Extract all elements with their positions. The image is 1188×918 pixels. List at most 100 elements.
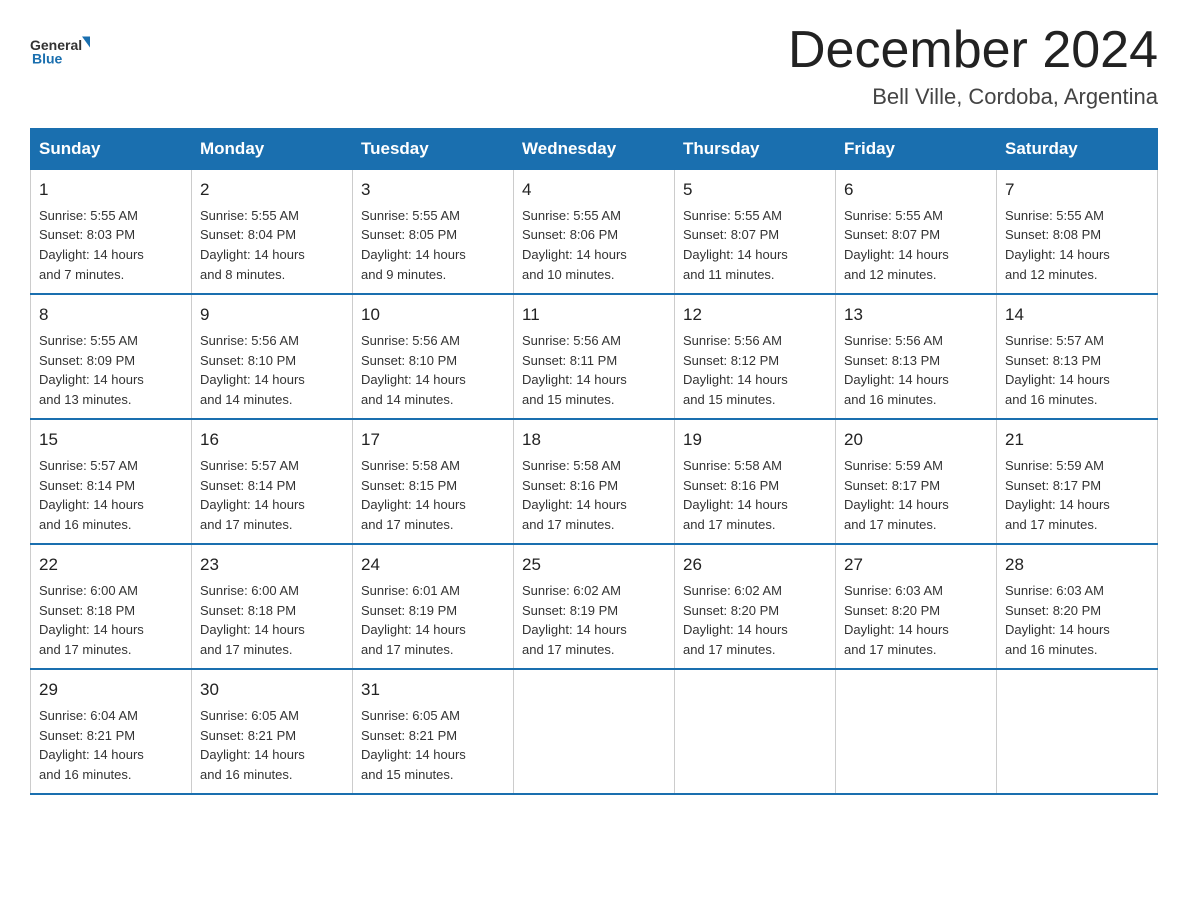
calendar-cell: 23Sunrise: 6:00 AMSunset: 8:18 PMDayligh…: [192, 544, 353, 669]
day-number: 25: [522, 553, 666, 578]
day-info: Sunrise: 5:59 AMSunset: 8:17 PMDaylight:…: [844, 458, 949, 533]
day-number: 22: [39, 553, 183, 578]
calendar-week-row: 8 Sunrise: 5:55 AMSunset: 8:09 PMDaylight…: [31, 294, 1158, 419]
day-info: Sunrise: 5:55 AMSunset: 8:03 PMDaylight:…: [39, 208, 144, 283]
day-number: 24: [361, 553, 505, 578]
day-number: 3: [361, 178, 505, 203]
calendar-cell: [836, 669, 997, 794]
calendar-cell: 31 Sunrise: 6:05 AMSunset: 8:21 PMDayligh…: [353, 669, 514, 794]
day-info: Sunrise: 5:58 AMSunset: 8:16 PMDaylight:…: [683, 458, 788, 533]
col-header-wednesday: Wednesday: [514, 129, 675, 170]
logo-svg: General Blue: [30, 20, 90, 80]
calendar-cell: 1 Sunrise: 5:55 AMSunset: 8:03 PMDaylight…: [31, 170, 192, 295]
day-number: 17: [361, 428, 505, 453]
day-info: Sunrise: 6:05 AMSunset: 8:21 PMDaylight:…: [361, 708, 466, 783]
calendar-cell: [675, 669, 836, 794]
day-number: 10: [361, 303, 505, 328]
calendar-cell: 29 Sunrise: 6:04 AMSunset: 8:21 PMDayligh…: [31, 669, 192, 794]
day-number: 15: [39, 428, 183, 453]
day-info: Sunrise: 5:58 AMSunset: 8:16 PMDaylight:…: [522, 458, 627, 533]
page-header: General Blue December 2024 Bell Ville, C…: [30, 20, 1158, 110]
calendar-cell: 28 Sunrise: 6:03 AMSunset: 8:20 PMDayligh…: [997, 544, 1158, 669]
day-info: Sunrise: 5:56 AMSunset: 8:13 PMDaylight:…: [844, 333, 949, 408]
day-info: Sunrise: 5:55 AMSunset: 8:09 PMDaylight:…: [39, 333, 144, 408]
calendar-cell: 18 Sunrise: 5:58 AMSunset: 8:16 PMDayligh…: [514, 419, 675, 544]
calendar-week-row: 29 Sunrise: 6:04 AMSunset: 8:21 PMDayligh…: [31, 669, 1158, 794]
col-header-friday: Friday: [836, 129, 997, 170]
day-info: Sunrise: 6:02 AMSunset: 8:20 PMDaylight:…: [683, 583, 788, 658]
day-number: 18: [522, 428, 666, 453]
day-info: Sunrise: 6:05 AMSunset: 8:21 PMDaylight:…: [200, 708, 305, 783]
day-number: 6: [844, 178, 988, 203]
calendar-cell: 22 Sunrise: 6:00 AMSunset: 8:18 PMDayligh…: [31, 544, 192, 669]
day-number: 14: [1005, 303, 1149, 328]
calendar-cell: [997, 669, 1158, 794]
calendar-cell: 4 Sunrise: 5:55 AMSunset: 8:06 PMDaylight…: [514, 170, 675, 295]
calendar-cell: 20 Sunrise: 5:59 AMSunset: 8:17 PMDayligh…: [836, 419, 997, 544]
calendar-cell: [514, 669, 675, 794]
day-info: Sunrise: 5:59 AMSunset: 8:17 PMDaylight:…: [1005, 458, 1110, 533]
day-number: 9: [200, 303, 344, 328]
calendar-cell: 5Sunrise: 5:55 AMSunset: 8:07 PMDaylight…: [675, 170, 836, 295]
day-number: 12: [683, 303, 827, 328]
day-number: 13: [844, 303, 988, 328]
day-number: 26: [683, 553, 827, 578]
day-info: Sunrise: 5:55 AMSunset: 8:07 PMDaylight:…: [683, 208, 788, 283]
col-header-saturday: Saturday: [997, 129, 1158, 170]
day-info: Sunrise: 6:04 AMSunset: 8:21 PMDaylight:…: [39, 708, 144, 783]
calendar-cell: 8 Sunrise: 5:55 AMSunset: 8:09 PMDaylight…: [31, 294, 192, 419]
calendar-header-row: SundayMondayTuesdayWednesdayThursdayFrid…: [31, 129, 1158, 170]
calendar-cell: 24 Sunrise: 6:01 AMSunset: 8:19 PMDayligh…: [353, 544, 514, 669]
day-info: Sunrise: 5:55 AMSunset: 8:07 PMDaylight:…: [844, 208, 949, 283]
day-number: 7: [1005, 178, 1149, 203]
day-number: 27: [844, 553, 988, 578]
calendar-cell: 12 Sunrise: 5:56 AMSunset: 8:12 PMDayligh…: [675, 294, 836, 419]
day-number: 30: [200, 678, 344, 703]
col-header-sunday: Sunday: [31, 129, 192, 170]
day-info: Sunrise: 5:56 AMSunset: 8:12 PMDaylight:…: [683, 333, 788, 408]
day-number: 11: [522, 303, 666, 328]
calendar-table: SundayMondayTuesdayWednesdayThursdayFrid…: [30, 128, 1158, 795]
day-info: Sunrise: 6:03 AMSunset: 8:20 PMDaylight:…: [1005, 583, 1110, 658]
day-info: Sunrise: 5:56 AMSunset: 8:10 PMDaylight:…: [361, 333, 466, 408]
calendar-cell: 17 Sunrise: 5:58 AMSunset: 8:15 PMDayligh…: [353, 419, 514, 544]
calendar-cell: 25Sunrise: 6:02 AMSunset: 8:19 PMDayligh…: [514, 544, 675, 669]
logo: General Blue: [30, 20, 90, 80]
day-info: Sunrise: 6:00 AMSunset: 8:18 PMDaylight:…: [39, 583, 144, 658]
day-info: Sunrise: 5:55 AMSunset: 8:08 PMDaylight:…: [1005, 208, 1110, 283]
title-area: December 2024 Bell Ville, Cordoba, Argen…: [788, 20, 1158, 110]
page-title: December 2024: [788, 20, 1158, 80]
calendar-cell: 6 Sunrise: 5:55 AMSunset: 8:07 PMDaylight…: [836, 170, 997, 295]
day-number: 4: [522, 178, 666, 203]
day-number: 8: [39, 303, 183, 328]
day-info: Sunrise: 5:55 AMSunset: 8:05 PMDaylight:…: [361, 208, 466, 283]
calendar-week-row: 22 Sunrise: 6:00 AMSunset: 8:18 PMDayligh…: [31, 544, 1158, 669]
day-number: 28: [1005, 553, 1149, 578]
day-number: 20: [844, 428, 988, 453]
calendar-cell: 14Sunrise: 5:57 AMSunset: 8:13 PMDayligh…: [997, 294, 1158, 419]
calendar-cell: 3 Sunrise: 5:55 AMSunset: 8:05 PMDaylight…: [353, 170, 514, 295]
col-header-tuesday: Tuesday: [353, 129, 514, 170]
calendar-cell: 9 Sunrise: 5:56 AMSunset: 8:10 PMDaylight…: [192, 294, 353, 419]
day-number: 1: [39, 178, 183, 203]
day-info: Sunrise: 5:56 AMSunset: 8:11 PMDaylight:…: [522, 333, 627, 408]
day-info: Sunrise: 5:55 AMSunset: 8:06 PMDaylight:…: [522, 208, 627, 283]
day-info: Sunrise: 6:00 AMSunset: 8:18 PMDaylight:…: [200, 583, 305, 658]
day-info: Sunrise: 5:56 AMSunset: 8:10 PMDaylight:…: [200, 333, 305, 408]
day-info: Sunrise: 6:01 AMSunset: 8:19 PMDaylight:…: [361, 583, 466, 658]
day-number: 31: [361, 678, 505, 703]
svg-text:Blue: Blue: [32, 51, 63, 67]
calendar-cell: 13 Sunrise: 5:56 AMSunset: 8:13 PMDayligh…: [836, 294, 997, 419]
calendar-cell: 19Sunrise: 5:58 AMSunset: 8:16 PMDayligh…: [675, 419, 836, 544]
calendar-cell: 10 Sunrise: 5:56 AMSunset: 8:10 PMDayligh…: [353, 294, 514, 419]
day-info: Sunrise: 5:58 AMSunset: 8:15 PMDaylight:…: [361, 458, 466, 533]
day-info: Sunrise: 5:57 AMSunset: 8:14 PMDaylight:…: [200, 458, 305, 533]
calendar-cell: 30 Sunrise: 6:05 AMSunset: 8:21 PMDayligh…: [192, 669, 353, 794]
calendar-cell: 27 Sunrise: 6:03 AMSunset: 8:20 PMDayligh…: [836, 544, 997, 669]
page-subtitle: Bell Ville, Cordoba, Argentina: [788, 84, 1158, 110]
day-number: 29: [39, 678, 183, 703]
day-info: Sunrise: 6:03 AMSunset: 8:20 PMDaylight:…: [844, 583, 949, 658]
col-header-thursday: Thursday: [675, 129, 836, 170]
col-header-monday: Monday: [192, 129, 353, 170]
day-number: 16: [200, 428, 344, 453]
